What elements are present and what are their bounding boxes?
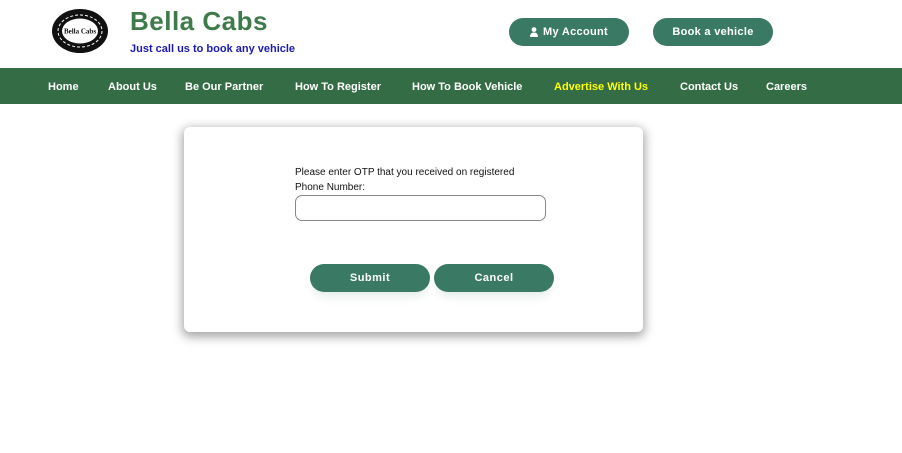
site-title[interactable]: Bella Cabs: [130, 6, 268, 37]
submit-button[interactable]: Submit: [310, 264, 430, 292]
my-account-button[interactable]: My Account: [509, 18, 629, 46]
nav-item-about-us[interactable]: About Us: [108, 68, 157, 104]
nav-item-advertise-with-us[interactable]: Advertise With Us: [554, 68, 648, 104]
site-header: Bella Cabs Bella Cabs Just call us to bo…: [0, 0, 902, 68]
otp-input[interactable]: [295, 195, 546, 221]
nav-item-home[interactable]: Home: [48, 68, 79, 104]
nav-item-be-our-partner[interactable]: Be Our Partner: [185, 68, 263, 104]
nav-item-how-to-book-vehicle[interactable]: How To Book Vehicle: [412, 68, 522, 104]
bella-cabs-logo[interactable]: Bella Cabs: [51, 8, 109, 54]
nav-item-contact-us[interactable]: Contact Us: [680, 68, 738, 104]
book-vehicle-button[interactable]: Book a vehicle: [653, 18, 773, 46]
otp-prompt: Please enter OTP that you received on re…: [295, 167, 515, 193]
cancel-button[interactable]: Cancel: [434, 264, 554, 292]
nav-item-careers[interactable]: Careers: [766, 68, 807, 104]
logo-text: Bella Cabs: [64, 28, 96, 36]
main-nav: Home About Us Be Our Partner How To Regi…: [0, 68, 902, 104]
user-icon: [530, 27, 539, 37]
otp-dialog: Please enter OTP that you received on re…: [184, 127, 643, 332]
my-account-label: My Account: [543, 26, 608, 38]
nav-item-how-to-register[interactable]: How To Register: [295, 68, 381, 104]
book-vehicle-label: Book a vehicle: [672, 26, 754, 38]
site-tagline: Just call us to book any vehicle: [130, 43, 296, 55]
